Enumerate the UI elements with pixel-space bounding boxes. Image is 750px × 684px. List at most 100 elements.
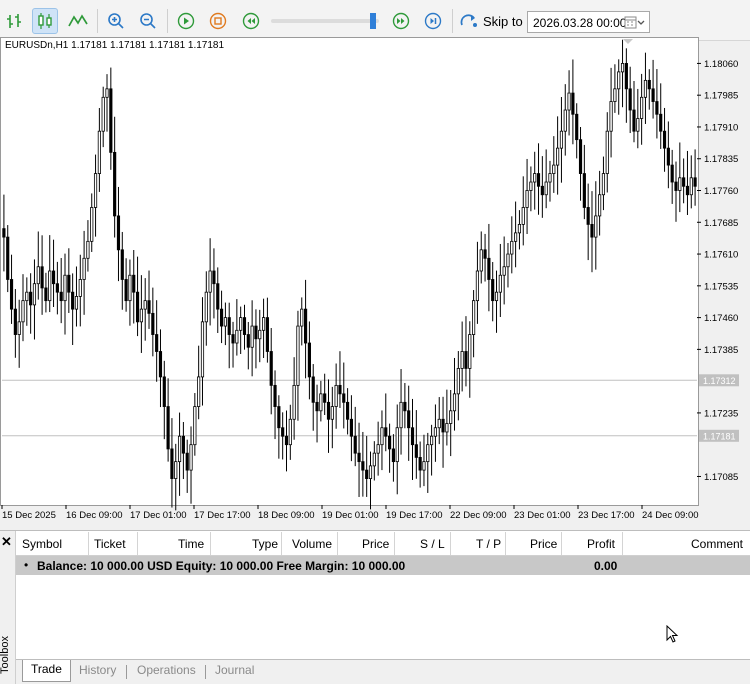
candle-body [487, 257, 491, 280]
calendar-dropdown-icon[interactable] [624, 16, 646, 30]
candle-body [529, 181, 533, 191]
stop-button[interactable] [205, 8, 231, 34]
zoom-out-icon [140, 13, 156, 29]
candle-body [25, 291, 29, 302]
candle-body [556, 147, 560, 166]
toolbar-separator [167, 9, 168, 33]
candle-body [162, 376, 166, 407]
candle-body [269, 351, 273, 386]
candle-body [578, 139, 583, 174]
fast-forward-button[interactable] [388, 8, 414, 34]
column-divider[interactable] [505, 532, 506, 555]
column-price[interactable]: Price [362, 537, 389, 551]
candle-body [594, 215, 598, 238]
candle-body [300, 308, 304, 327]
candle-body [678, 177, 682, 191]
candle-body [212, 270, 216, 285]
column-time[interactable]: Time [178, 537, 204, 551]
candle-body [349, 418, 353, 437]
column-divider[interactable] [622, 532, 623, 555]
price-axis-label: 1.17835 [704, 154, 738, 165]
step-forward-button[interactable] [420, 8, 446, 34]
candle-body [124, 279, 128, 302]
column-divider[interactable] [210, 532, 211, 555]
candle-body [55, 283, 59, 293]
tab-history[interactable]: History [79, 663, 116, 683]
candle-body [388, 435, 392, 450]
candle-body [74, 296, 79, 310]
skip-to-button[interactable] [456, 8, 482, 34]
candle-body [613, 88, 617, 102]
column-profit[interactable]: Profit [587, 537, 615, 551]
candle-body [166, 406, 170, 450]
price-axis-label: 1.17685 [704, 218, 738, 229]
column-divider[interactable] [281, 532, 282, 555]
column-ticket[interactable]: Ticket [94, 537, 126, 551]
zoom-out-button[interactable] [135, 8, 161, 34]
candle-body [693, 177, 697, 187]
tab-trade[interactable]: Trade [22, 660, 71, 682]
price-level-label: 1.17181 [703, 431, 736, 441]
bar-chart-button[interactable] [2, 8, 28, 34]
candle-body [40, 266, 44, 289]
candle-body [326, 401, 331, 420]
candle-body [2, 228, 6, 238]
candle-body [219, 308, 224, 327]
column-divider[interactable] [561, 532, 562, 555]
column-comment[interactable]: Comment [691, 537, 743, 551]
column-divider[interactable] [450, 532, 451, 555]
close-icon[interactable]: ✕ [1, 534, 12, 550]
symbol-info: EURUSDn,H1 1.17181 1.17181 1.17181 1.171… [5, 40, 225, 51]
column-divider[interactable] [337, 532, 338, 555]
candle-body [666, 147, 670, 166]
candle-body [575, 113, 579, 141]
column-symbol[interactable]: Symbol [22, 537, 62, 551]
tab-operations[interactable]: Operations [137, 663, 196, 683]
candle-body [468, 334, 472, 369]
candlestick-chart-button[interactable] [32, 8, 58, 34]
candle-body [59, 291, 63, 302]
price-axis-label: 1.17910 [704, 122, 738, 133]
speed-slider-thumb[interactable] [370, 13, 376, 29]
candle-body [174, 461, 178, 479]
balance-row[interactable]: • Balance: 10 000.00 USD Equity: 10 000.… [16, 556, 750, 575]
candle-body [563, 109, 567, 132]
candle-body [418, 456, 422, 471]
candle-body [200, 321, 205, 378]
shift-marker[interactable] [623, 39, 633, 44]
column-current-price[interactable]: Price [530, 537, 557, 551]
column-divider[interactable] [137, 532, 138, 555]
column-divider[interactable] [394, 532, 395, 555]
candle-body [598, 194, 602, 217]
candle-body [475, 270, 480, 302]
price-axis-label: 1.17385 [704, 345, 738, 356]
candle-body [464, 351, 468, 369]
time-axis-label: 23 Dec 01:00 [514, 510, 571, 521]
step-forward-icon [424, 12, 442, 30]
column-volume[interactable]: Volume [292, 537, 332, 551]
column-take-profit[interactable]: T / P [476, 537, 501, 551]
candle-body [254, 325, 258, 340]
candle-body [9, 279, 14, 310]
mouse-cursor-icon [666, 625, 679, 643]
tab-journal[interactable]: Journal [215, 663, 254, 683]
candle-body [296, 325, 300, 386]
chart-toolbar: Skip to 2026.03.28 00:00 [0, 0, 750, 41]
candle-body [559, 130, 564, 149]
candle-body [514, 232, 518, 242]
candle-body [284, 435, 289, 446]
line-chart-button[interactable] [65, 8, 91, 34]
step-back-button[interactable] [238, 8, 264, 34]
candle-body [143, 300, 147, 310]
zoom-in-button[interactable] [103, 8, 129, 34]
column-divider[interactable] [88, 532, 89, 555]
column-stop-loss[interactable]: S / L [420, 537, 445, 551]
candle-body [86, 240, 90, 259]
speed-slider-track[interactable] [271, 19, 379, 23]
rewind-icon [242, 12, 260, 30]
skip-to-date-picker[interactable]: 2026.03.28 00:00 [527, 11, 650, 33]
column-type[interactable]: Type [252, 537, 278, 551]
price-chart[interactable]: 1.17312 1.17181 1.18060 1.17985 1.17910 1.17… [0, 37, 750, 527]
play-button[interactable] [173, 8, 199, 34]
price-axis-label: 1.17760 [704, 186, 738, 197]
